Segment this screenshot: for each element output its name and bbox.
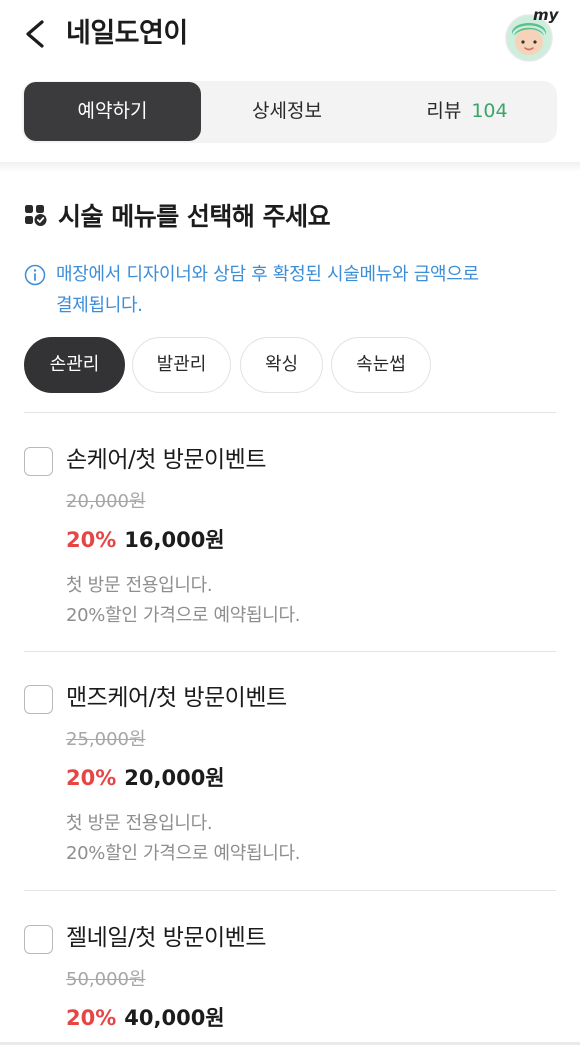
tab-details[interactable]: 상세정보 bbox=[212, 82, 362, 141]
discount-rate: 20% bbox=[66, 528, 117, 552]
category-eyelash[interactable]: 속눈썹 bbox=[331, 337, 431, 393]
description-line-2: 20%할인 가격으로 예약됩니다. bbox=[66, 843, 301, 864]
discount-rate: 20% bbox=[66, 1006, 117, 1030]
discount-rate: 20% bbox=[66, 766, 117, 790]
price-row: 20% 40,000원 bbox=[66, 1001, 225, 1035]
tab-reviews[interactable]: 리뷰 104 bbox=[382, 82, 552, 141]
item-name: 손케어/첫 방문이벤트 bbox=[66, 447, 267, 473]
sale-price: 40,000원 bbox=[124, 1006, 225, 1030]
category-hand-care[interactable]: 손관리 bbox=[24, 337, 125, 393]
item-name: 맨즈케어/첫 방문이벤트 bbox=[66, 685, 287, 711]
divider bbox=[24, 412, 556, 413]
payment-notice: 매장에서 디자이너와 상담 후 확정된 시술메뉴와 금액으로결제됩니다. bbox=[24, 259, 554, 321]
item-name: 젤네일/첫 방문이벤트 bbox=[66, 925, 267, 951]
my-page-button[interactable]: my bbox=[500, 6, 562, 62]
description-line-1: 첫 방문 전용입니다. bbox=[66, 575, 213, 596]
tab-reservation[interactable]: 예약하기 bbox=[24, 82, 201, 141]
divider bbox=[24, 890, 556, 891]
divider bbox=[24, 651, 556, 652]
item-checkbox[interactable] bbox=[24, 925, 53, 954]
tab-reviews-label: 리뷰 bbox=[426, 100, 462, 122]
chevron-left-icon bbox=[26, 20, 44, 48]
notice-text: 매장에서 디자이너와 상담 후 확정된 시술메뉴와 금액으로결제됩니다. bbox=[56, 259, 479, 321]
notice-line-2: 결제됩니다. bbox=[56, 295, 143, 316]
info-icon bbox=[24, 264, 46, 286]
item-checkbox[interactable] bbox=[24, 447, 53, 476]
tab-bar: 예약하기 상세정보 리뷰 104 bbox=[22, 81, 557, 143]
description-line-1: 첫 방문 전용입니다. bbox=[66, 813, 213, 834]
original-price: 25,000원 bbox=[66, 729, 146, 750]
review-count: 104 bbox=[471, 100, 508, 122]
my-avatar-icon: my bbox=[505, 6, 560, 62]
back-button[interactable] bbox=[20, 14, 52, 54]
sale-price: 20,000원 bbox=[124, 766, 225, 790]
category-foot-care[interactable]: 발관리 bbox=[132, 337, 231, 393]
section-title: 시술 메뉴를 선택해 주세요 bbox=[58, 202, 331, 231]
item-checkbox[interactable] bbox=[24, 685, 53, 714]
section-separator bbox=[0, 162, 580, 172]
price-row: 20% 16,000원 bbox=[66, 523, 225, 557]
original-price: 20,000원 bbox=[66, 491, 146, 512]
description-line-2: 20%할인 가격으로 예약됩니다. bbox=[66, 605, 301, 626]
original-price: 50,000원 bbox=[66, 969, 146, 990]
item-description: 첫 방문 전용입니다. 20%할인 가격으로 예약됩니다. bbox=[66, 809, 301, 869]
notice-line-1: 매장에서 디자이너와 상담 후 확정된 시술메뉴와 금액으로 bbox=[56, 264, 479, 285]
header: 네일도연이 my bbox=[0, 0, 580, 68]
my-label: my bbox=[533, 6, 560, 24]
category-waxing[interactable]: 왁싱 bbox=[240, 337, 323, 393]
sale-price: 16,000원 bbox=[124, 528, 225, 552]
price-row: 20% 20,000원 bbox=[66, 761, 225, 795]
section-header: 시술 메뉴를 선택해 주세요 bbox=[24, 195, 331, 235]
item-description: 첫 방문 전용입니다. 20%할인 가격으로 예약됩니다. bbox=[66, 571, 301, 631]
page-title: 네일도연이 bbox=[66, 18, 188, 49]
menu-check-icon bbox=[25, 205, 47, 226]
